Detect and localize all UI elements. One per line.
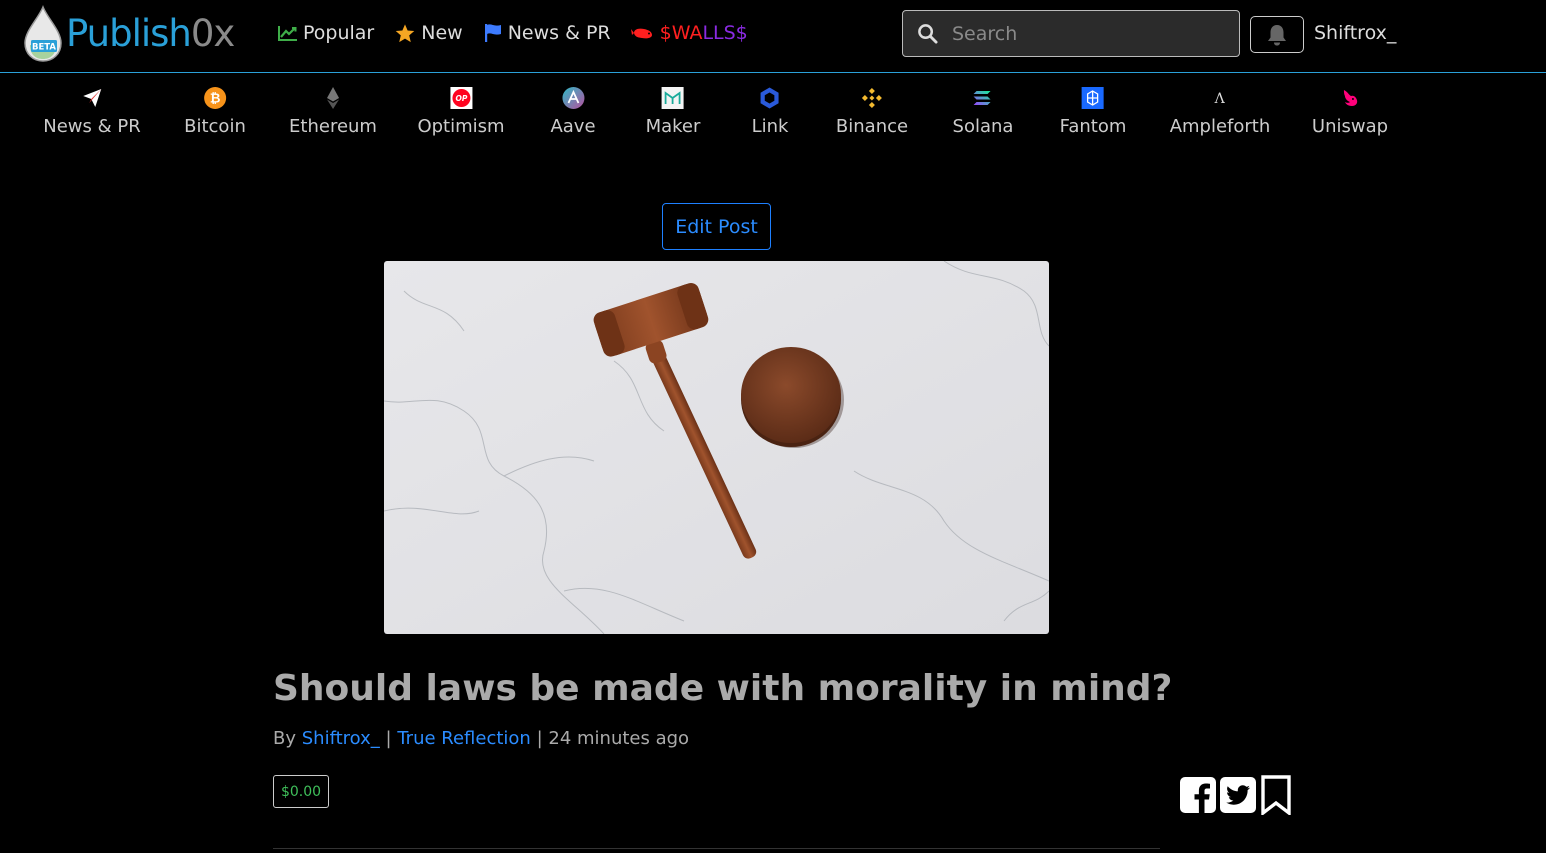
category-label: Binance xyxy=(835,116,909,137)
search-icon xyxy=(918,24,938,44)
walls-text-part2: LLS$ xyxy=(702,22,748,44)
search-box xyxy=(902,10,1240,57)
category-news-pr[interactable]: News & PR xyxy=(43,86,141,137)
brand-logo[interactable]: BETA Publish0x xyxy=(22,4,235,64)
blog-link[interactable]: True Reflection xyxy=(397,728,531,749)
category-label: Aave xyxy=(550,116,596,137)
svg-text:₿: ₿ xyxy=(210,92,221,107)
category-solana[interactable]: Solana xyxy=(952,86,1014,137)
facebook-icon xyxy=(1180,777,1216,813)
category-maker[interactable]: Maker xyxy=(645,86,701,137)
share-actions xyxy=(1180,775,1296,815)
search-input[interactable] xyxy=(952,22,1222,45)
category-label: News & PR xyxy=(43,116,141,137)
droplet-logo-icon: BETA xyxy=(22,5,64,63)
bookmark-button[interactable] xyxy=(1260,775,1292,815)
bell-icon xyxy=(1268,24,1286,45)
nav-popular[interactable]: Popular xyxy=(277,22,374,44)
nav-news-pr-label: News & PR xyxy=(507,22,611,44)
walls-text-part1: $WA xyxy=(659,22,703,44)
nav-popular-label: Popular xyxy=(303,22,375,44)
bitcoin-icon: ₿ xyxy=(203,86,227,110)
article-title: Should laws be made with morality in min… xyxy=(273,668,1173,709)
category-label: Link xyxy=(751,116,789,137)
whale-icon xyxy=(630,28,652,39)
content-divider xyxy=(273,848,1160,849)
category-ethereum[interactable]: Ethereum xyxy=(289,86,377,137)
flag-icon xyxy=(484,24,501,42)
category-label: Maker xyxy=(645,116,701,137)
star-icon xyxy=(395,23,415,42)
category-binance[interactable]: Binance xyxy=(836,86,908,137)
binance-icon xyxy=(860,86,884,110)
ampleforth-icon: Λ xyxy=(1208,86,1232,110)
notifications-button[interactable] xyxy=(1250,16,1304,53)
category-bitcoin[interactable]: ₿ Bitcoin xyxy=(184,86,246,137)
article-hero-image xyxy=(384,261,1049,634)
nav-new-label: New xyxy=(421,22,463,44)
category-link[interactable]: Link xyxy=(751,86,789,137)
nav-news-pr[interactable]: News & PR xyxy=(483,22,611,44)
nav-walls[interactable]: $WA LLS$ xyxy=(630,22,748,44)
top-navbar: BETA Publish0x Popular New News & PR $WA… xyxy=(0,0,1546,73)
category-uniswap[interactable]: Uniswap xyxy=(1312,86,1388,137)
svg-text:Λ: Λ xyxy=(1214,91,1226,107)
category-ampleforth[interactable]: Λ Ampleforth xyxy=(1170,86,1271,137)
category-label: Ampleforth xyxy=(1169,116,1271,137)
edit-post-button[interactable]: Edit Post xyxy=(662,203,771,250)
byline-separator: | xyxy=(385,728,392,749)
optimism-icon: OP xyxy=(449,86,473,110)
tip-amount-badge[interactable]: $0.00 xyxy=(273,775,329,808)
aave-icon xyxy=(561,86,585,110)
brand-name-part1: Publish xyxy=(66,12,192,55)
solana-icon xyxy=(971,86,995,110)
byline-by: By xyxy=(273,728,297,749)
bookmark-icon xyxy=(1261,775,1291,815)
category-aave[interactable]: Aave xyxy=(550,86,596,137)
uniswap-icon xyxy=(1338,86,1362,110)
twitter-icon xyxy=(1220,777,1256,813)
category-label: Uniswap xyxy=(1311,116,1389,137)
category-label: Solana xyxy=(952,116,1014,137)
nav-new[interactable]: New xyxy=(394,22,463,44)
beta-badge: BETA xyxy=(32,43,56,53)
byline-separator: | xyxy=(536,728,543,749)
ethereum-icon xyxy=(321,86,345,110)
category-label: Optimism xyxy=(417,116,505,137)
category-bar: News & PR ₿ Bitcoin Ethereum OP Optimism… xyxy=(0,86,1546,146)
category-label: Fantom xyxy=(1059,116,1127,137)
category-label: Ethereum xyxy=(289,116,377,137)
category-fantom[interactable]: Fantom xyxy=(1059,86,1127,137)
maker-icon xyxy=(661,86,685,110)
svg-text:OP: OP xyxy=(455,94,467,103)
facebook-share-button[interactable] xyxy=(1180,777,1216,813)
twitter-share-button[interactable] xyxy=(1220,777,1256,813)
trending-chart-icon xyxy=(278,26,297,41)
category-optimism[interactable]: OP Optimism xyxy=(417,86,505,137)
article-byline: By Shiftrox_ | True Reflection | 24 minu… xyxy=(273,728,689,749)
user-menu[interactable]: Shiftrox_ xyxy=(1314,22,1396,44)
brand-name-part2: 0x xyxy=(190,12,235,55)
author-link[interactable]: Shiftrox_ xyxy=(302,728,380,749)
category-label: Bitcoin xyxy=(184,116,246,137)
post-time: 24 minutes ago xyxy=(548,728,690,749)
chainlink-icon xyxy=(758,86,782,110)
fantom-icon xyxy=(1081,86,1105,110)
top-nav-links: Popular New News & PR $WA LLS$ xyxy=(277,22,768,44)
paper-plane-icon xyxy=(80,86,104,110)
